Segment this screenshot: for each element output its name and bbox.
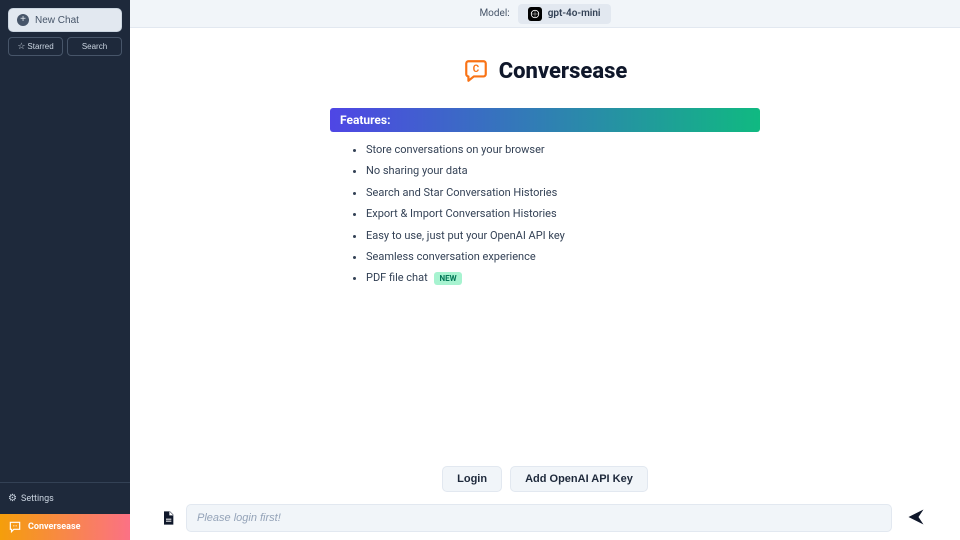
send-button[interactable] <box>902 507 930 530</box>
feature-text: Easy to use, just put your OpenAI API ke… <box>366 229 565 242</box>
sidebar-top: + New Chat Starred Search <box>0 0 130 64</box>
conversation-list-empty <box>0 64 130 482</box>
starred-label: Starred <box>27 42 53 51</box>
feature-text: Export & Import Conversation Histories <box>366 207 557 220</box>
new-chat-label: New Chat <box>35 15 79 26</box>
feature-item: PDF file chat NEW <box>366 270 750 285</box>
brand-label: Conversease <box>28 522 80 532</box>
cta-row: Login Add OpenAI API Key <box>130 466 960 492</box>
send-icon <box>906 507 926 527</box>
file-attach-icon[interactable] <box>160 508 176 528</box>
new-chat-button[interactable]: + New Chat <box>8 8 122 32</box>
feature-item: Export & Import Conversation Histories <box>366 206 750 221</box>
model-name: gpt-4o-mini <box>548 8 601 19</box>
brand-footer[interactable]: Conversease <box>0 514 130 540</box>
openai-icon <box>528 7 542 21</box>
star-icon <box>17 41 25 52</box>
new-badge: NEW <box>434 272 461 285</box>
feature-item: Store conversations on your browser <box>366 142 750 157</box>
svg-text:C: C <box>472 64 479 75</box>
settings-button[interactable]: Settings <box>0 483 130 514</box>
plus-icon: + <box>17 14 29 26</box>
feature-text: Seamless conversation experience <box>366 250 536 263</box>
hero: C Conversease <box>463 58 628 84</box>
topbar: Model: gpt-4o-mini <box>130 0 960 28</box>
feature-text: No sharing your data <box>366 164 468 177</box>
feature-text: PDF file chat <box>366 271 428 284</box>
features-list: Store conversations on your browser No s… <box>330 132 760 286</box>
login-button[interactable]: Login <box>442 466 502 492</box>
feature-item: Search and Star Conversation Histories <box>366 185 750 200</box>
feature-item: Easy to use, just put your OpenAI API ke… <box>366 228 750 243</box>
chat-input[interactable] <box>186 504 892 532</box>
chat-bubble-icon <box>8 520 22 534</box>
feature-text: Search and Star Conversation Histories <box>366 186 557 199</box>
feature-text: Store conversations on your browser <box>366 143 545 156</box>
features-header: Features: <box>330 108 760 132</box>
sidebar-search-label: Search <box>82 42 107 51</box>
feature-item: Seamless conversation experience <box>366 249 750 264</box>
model-label: Model: <box>479 8 509 19</box>
chat-bubble-icon: C <box>463 58 489 84</box>
content: C Conversease Features: Store conversati… <box>130 28 960 540</box>
hero-title: Conversease <box>499 59 628 84</box>
sidebar-actions: Starred Search <box>8 37 122 56</box>
main: Model: gpt-4o-mini C Conversease Feature… <box>130 0 960 540</box>
features-card: Features: Store conversations on your br… <box>330 108 760 292</box>
gear-icon <box>8 493 17 504</box>
sidebar: + New Chat Starred Search Settings Conve… <box>0 0 130 540</box>
feature-item: No sharing your data <box>366 163 750 178</box>
model-selector[interactable]: gpt-4o-mini <box>518 4 611 24</box>
sidebar-bottom: Settings Conversease <box>0 482 130 540</box>
settings-label: Settings <box>21 494 54 504</box>
starred-button[interactable]: Starred <box>8 37 63 56</box>
sidebar-search-button[interactable]: Search <box>67 37 122 56</box>
add-api-key-button[interactable]: Add OpenAI API Key <box>510 466 648 492</box>
input-bar <box>160 504 930 532</box>
